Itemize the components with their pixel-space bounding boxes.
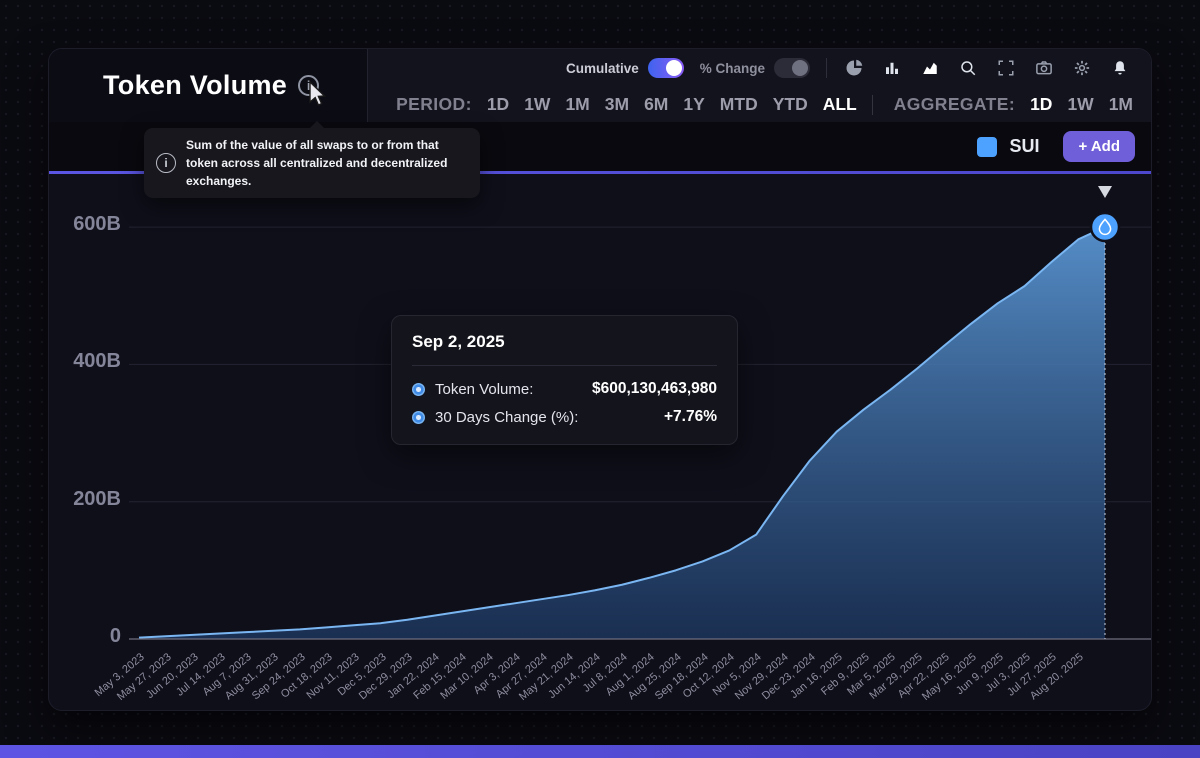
divider xyxy=(872,95,873,115)
aggregate-option-1w[interactable]: 1W xyxy=(1067,94,1093,115)
period-option-ytd[interactable]: YTD xyxy=(773,94,808,115)
notifications-icon[interactable] xyxy=(1109,57,1131,79)
percent-change-toggle-group: % Change xyxy=(700,58,810,78)
aggregate-option-1m[interactable]: 1M xyxy=(1109,94,1133,115)
period-option-3m[interactable]: 3M xyxy=(605,94,629,115)
period-option-1d[interactable]: 1D xyxy=(487,94,509,115)
camera-icon[interactable] xyxy=(1033,57,1055,79)
tooltip-row-value: $600,130,463,980 xyxy=(592,380,717,398)
toolbar-row: Cumulative % Change xyxy=(368,49,1151,87)
legend-token-label[interactable]: SUI xyxy=(1009,136,1039,157)
period-option-mtd[interactable]: MTD xyxy=(720,94,758,115)
aggregate-label: AGGREGATE: xyxy=(894,94,1015,115)
percent-change-toggle[interactable] xyxy=(774,58,810,78)
settings-icon[interactable] xyxy=(1071,57,1093,79)
toggle-knob xyxy=(666,60,682,76)
period-row: PERIOD: 1D 1W 1M 3M 6M 1Y MTD YTD ALL AG… xyxy=(368,87,1151,122)
info-circle-icon: i xyxy=(156,153,176,173)
panel-header: Token Volume i Cumulative % Change xyxy=(49,49,1151,122)
tooltip-row: Token Volume: $600,130,463,980 xyxy=(412,380,717,398)
cumulative-toggle[interactable] xyxy=(648,58,684,78)
aggregate-group: AGGREGATE: 1D 1W 1M xyxy=(872,94,1133,115)
sui-color-swatch xyxy=(977,137,997,157)
add-token-button[interactable]: + Add xyxy=(1063,131,1135,162)
tooltip-row-value: +7.76% xyxy=(664,408,717,426)
info-tooltip: i Sum of the value of all swaps to or fr… xyxy=(144,128,480,198)
period-option-1m[interactable]: 1M xyxy=(565,94,589,115)
percent-change-label: % Change xyxy=(700,61,765,76)
aggregate-option-1d[interactable]: 1D xyxy=(1030,94,1052,115)
area-chart-icon[interactable] xyxy=(919,57,941,79)
series-dot-icon xyxy=(412,383,425,396)
search-icon[interactable] xyxy=(957,57,979,79)
tooltip-row-label: Token Volume: xyxy=(435,381,533,398)
divider xyxy=(826,58,827,78)
y-axis-label: 200B xyxy=(49,488,121,511)
y-axis-label: 600B xyxy=(49,213,121,236)
info-tooltip-text: Sum of the value of all swaps to or from… xyxy=(186,136,468,190)
pie-chart-icon[interactable] xyxy=(843,57,865,79)
cumulative-toggle-group: Cumulative xyxy=(566,58,684,78)
period-option-1w[interactable]: 1W xyxy=(524,94,550,115)
page-title: Token Volume xyxy=(103,70,287,101)
period-option-1y[interactable]: 1Y xyxy=(683,94,704,115)
sui-token-marker xyxy=(1091,213,1119,241)
tooltip-row-label: 30 Days Change (%): xyxy=(435,409,578,426)
mouse-cursor-icon xyxy=(305,79,329,109)
cumulative-label: Cumulative xyxy=(566,61,639,76)
tooltip-date: Sep 2, 2025 xyxy=(412,332,717,352)
bottom-accent-bar xyxy=(0,745,1200,758)
y-axis-label: 400B xyxy=(49,350,121,373)
series-dot-icon xyxy=(412,411,425,424)
app-background: Token Volume i Cumulative % Change xyxy=(0,0,1200,758)
period-option-all[interactable]: ALL xyxy=(823,94,857,115)
bar-chart-icon[interactable] xyxy=(881,57,903,79)
header-controls: Cumulative % Change xyxy=(368,49,1151,122)
tooltip-row: 30 Days Change (%): +7.76% xyxy=(412,408,717,426)
period-label: PERIOD: xyxy=(396,94,472,115)
tooltip-divider xyxy=(412,365,717,366)
marker-pointer-icon xyxy=(1098,186,1112,198)
chart-tooltip: Sep 2, 2025 Token Volume: $600,130,463,9… xyxy=(391,315,738,445)
y-axis-label: 0 xyxy=(49,625,121,648)
period-option-6m[interactable]: 6M xyxy=(644,94,668,115)
toggle-knob xyxy=(792,60,808,76)
fullscreen-icon[interactable] xyxy=(995,57,1017,79)
token-volume-panel: Token Volume i Cumulative % Change xyxy=(48,48,1152,711)
